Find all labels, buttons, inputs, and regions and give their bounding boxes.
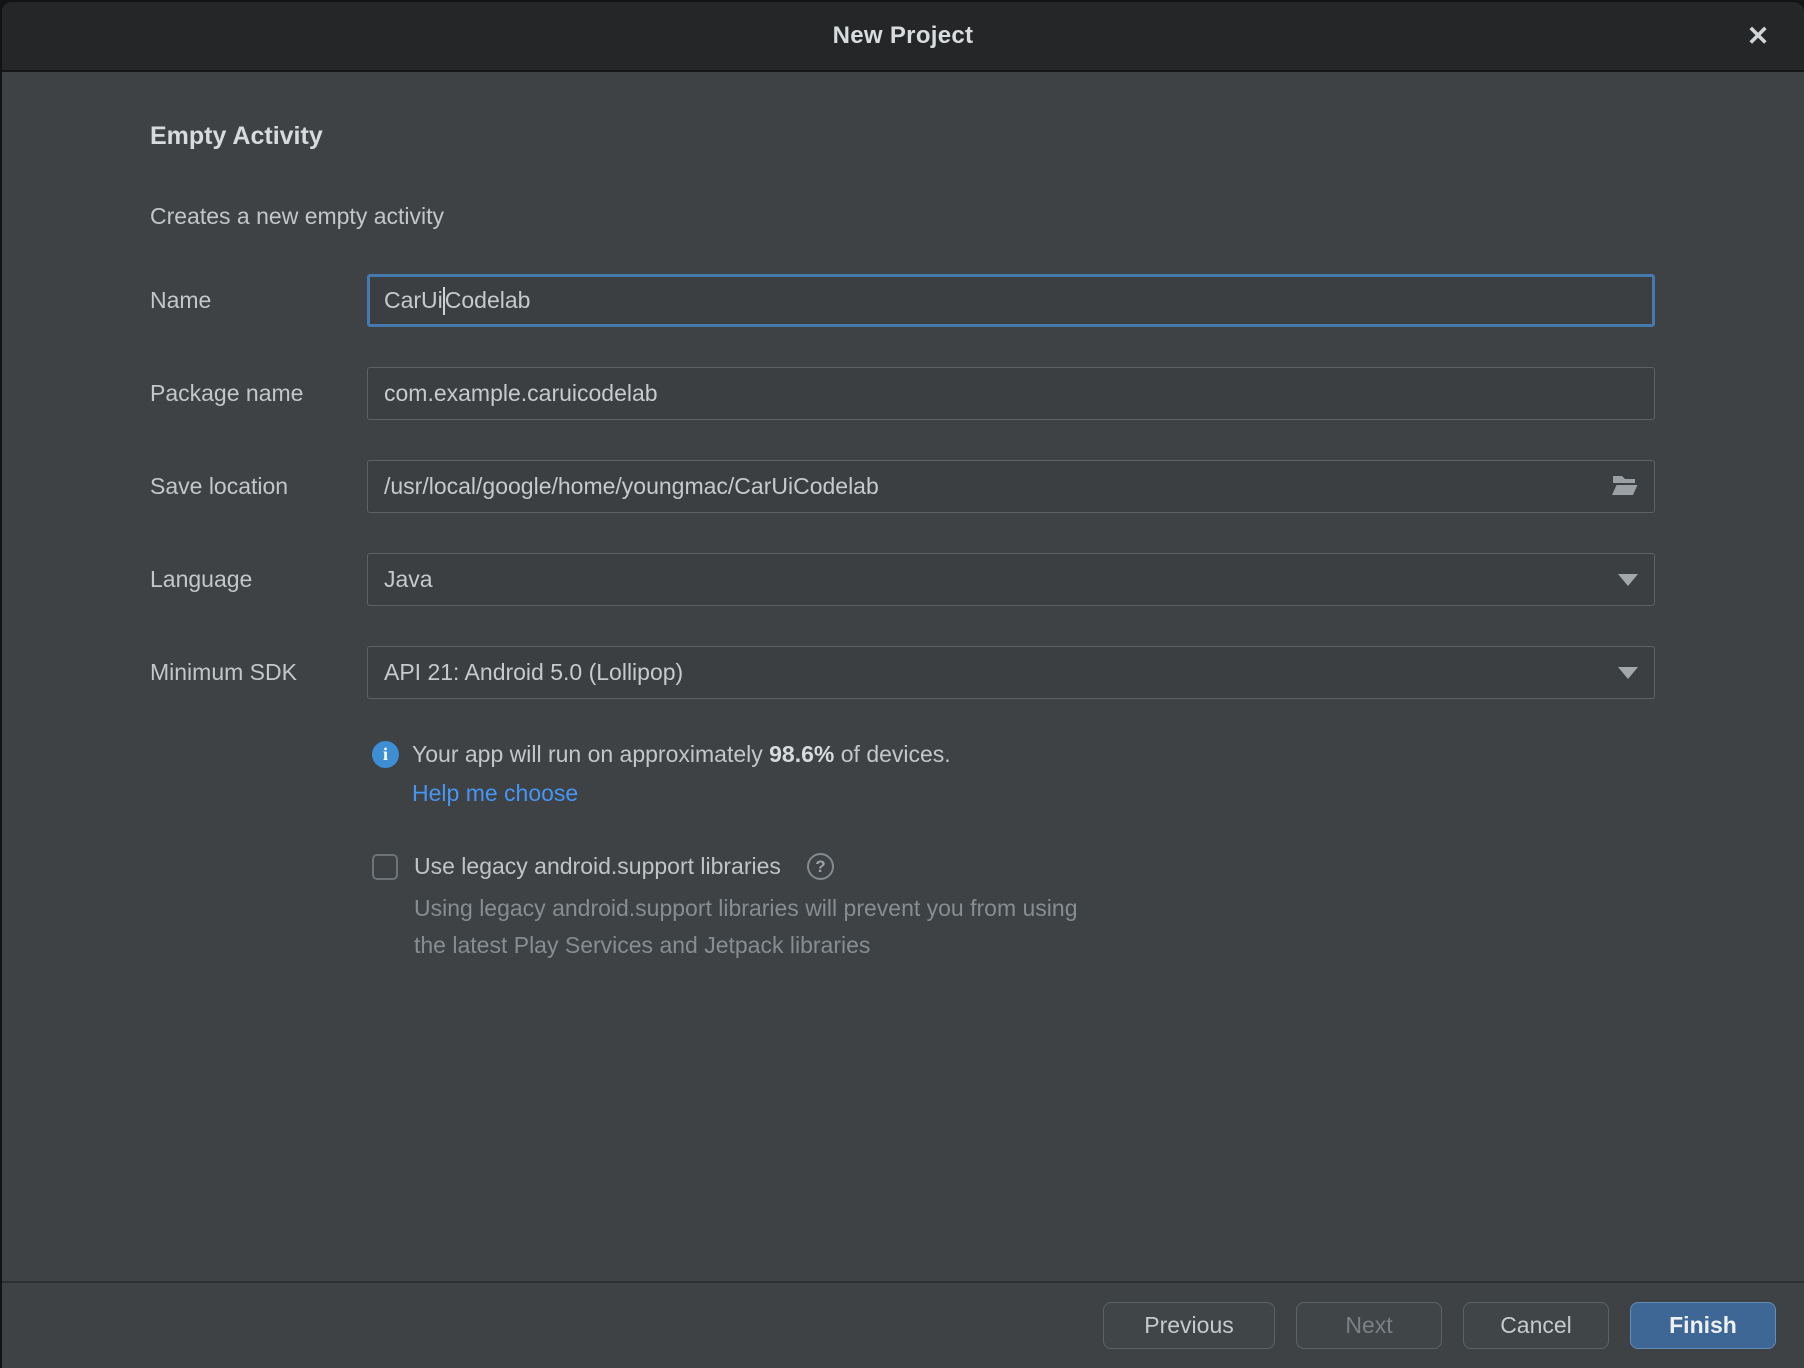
dialog-title: New Project <box>833 22 974 50</box>
legacy-libraries-label[interactable]: Use legacy android.support libraries <box>414 853 781 880</box>
dialog-footer: Previous Next Cancel Finish <box>2 1281 1804 1368</box>
cancel-button[interactable]: Cancel <box>1463 1302 1609 1349</box>
help-question-icon[interactable]: ? <box>807 853 834 880</box>
browse-folder-button[interactable] <box>1608 470 1642 504</box>
name-field[interactable]: CarUiCodelab <box>367 274 1655 327</box>
legacy-libraries-checkbox[interactable] <box>372 854 398 880</box>
help-me-choose-link[interactable]: Help me choose <box>412 780 578 807</box>
chevron-down-icon <box>1618 574 1638 586</box>
next-button[interactable]: Next <box>1296 1302 1442 1349</box>
sdk-message-suffix: of devices. <box>834 741 950 767</box>
package-name-field[interactable] <box>367 367 1655 420</box>
language-value: Java <box>384 566 433 593</box>
sdk-message-prefix: Your app will run on approximately <box>412 741 769 767</box>
new-project-dialog: New Project ✕ Empty Activity Creates a n… <box>0 0 1804 1368</box>
save-location-label: Save location <box>150 473 367 500</box>
legacy-help-line1: Using legacy android.support libraries w… <box>414 890 1655 927</box>
save-location-value: /usr/local/google/home/youngmac/CarUiCod… <box>384 473 879 500</box>
minimum-sdk-label: Minimum SDK <box>150 659 367 686</box>
name-label: Name <box>150 287 367 314</box>
finish-button[interactable]: Finish <box>1630 1302 1776 1349</box>
legacy-libraries-help-text: Using legacy android.support libraries w… <box>414 890 1655 964</box>
name-value-before-caret: CarUi <box>384 287 443 314</box>
sdk-info-block: i Your app will run on approximately 98.… <box>372 741 1655 807</box>
language-select[interactable]: Java <box>367 553 1655 606</box>
dialog-content: Empty Activity Creates a new empty activ… <box>2 72 1804 1281</box>
save-location-field[interactable]: /usr/local/google/home/youngmac/CarUiCod… <box>367 460 1655 513</box>
legacy-libraries-block: Use legacy android.support libraries ? U… <box>372 853 1655 964</box>
project-form: Name CarUiCodelab Package name Save loca… <box>150 274 1655 699</box>
legacy-help-line2: the latest Play Services and Jetpack lib… <box>414 927 1655 964</box>
package-name-label: Package name <box>150 380 367 407</box>
folder-icon <box>1611 473 1639 500</box>
page-title: Empty Activity <box>150 122 1655 151</box>
chevron-down-icon <box>1618 667 1638 679</box>
dialog-titlebar: New Project ✕ <box>2 2 1804 72</box>
name-value-after-caret: Codelab <box>445 287 531 314</box>
close-icon[interactable]: ✕ <box>1736 14 1780 58</box>
previous-button[interactable]: Previous <box>1103 1302 1275 1349</box>
minimum-sdk-select[interactable]: API 21: Android 5.0 (Lollipop) <box>367 646 1655 699</box>
sdk-coverage-message: Your app will run on approximately 98.6%… <box>412 741 951 768</box>
sdk-coverage-percentage: 98.6% <box>769 741 834 767</box>
info-icon: i <box>372 741 399 768</box>
language-label: Language <box>150 566 367 593</box>
minimum-sdk-value: API 21: Android 5.0 (Lollipop) <box>384 659 683 686</box>
page-subtitle: Creates a new empty activity <box>150 203 1655 230</box>
